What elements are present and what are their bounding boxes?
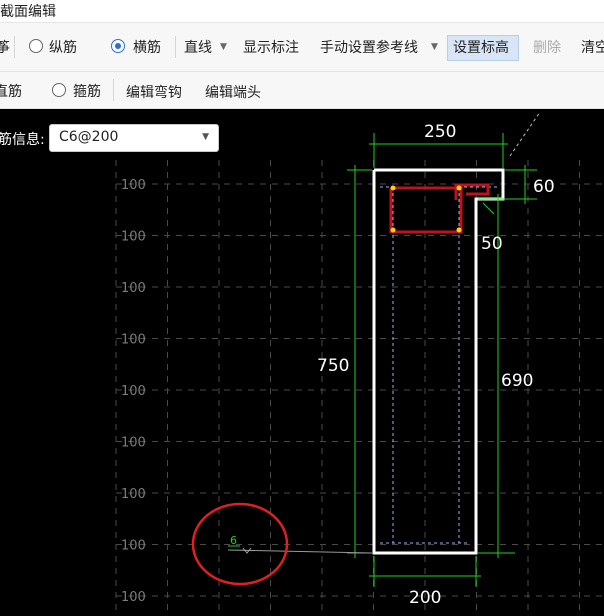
grid-row-label: 100 [121, 384, 146, 399]
section-editor-window: 截面编辑 筝 纵筋 横筋 直线 ▼ 显示标注 手动设置参考线 ▼ 设置标高 删除… [0, 0, 604, 616]
grid-row-label: 100 [121, 539, 146, 554]
chevron-down-icon[interactable]: ▼ [202, 132, 209, 142]
dimension-left: 750 [317, 356, 349, 376]
grid-row-label: 100 [121, 230, 146, 245]
rebar-info-value: C6@200 [59, 129, 119, 145]
dimension-bottom: 200 [409, 588, 441, 608]
grid-row-label: 100 [121, 590, 146, 605]
rebar-info-label: 筋信息: [0, 132, 45, 148]
reference-lines [380, 186, 497, 544]
grid-labels: 100 100 100 100 100 100 100 100 100 [121, 178, 146, 605]
grid-row-label: 100 [121, 333, 146, 348]
grid-row-label: 100 [121, 178, 146, 193]
dimension-right: 690 [501, 371, 533, 391]
elevation-marker-value: 6 [230, 534, 237, 547]
rebar-info-select[interactable]: C6@200 ▼ [49, 124, 219, 152]
dimension-right-top: 60 [533, 177, 555, 197]
rebar-points [390, 185, 462, 233]
dimension-top: 250 [424, 122, 456, 142]
drawing-canvas[interactable]: 100 100 100 100 100 100 100 100 100 250 60 50 75… [0, 0, 604, 616]
stirrup-rebar [389, 183, 490, 234]
grid-row-label: 100 [121, 487, 146, 502]
dimension-lines [347, 111, 541, 587]
grid-row-label: 100 [121, 436, 146, 451]
dimension-right-small: 50 [481, 234, 503, 254]
grid-row-label: 100 [121, 281, 146, 296]
